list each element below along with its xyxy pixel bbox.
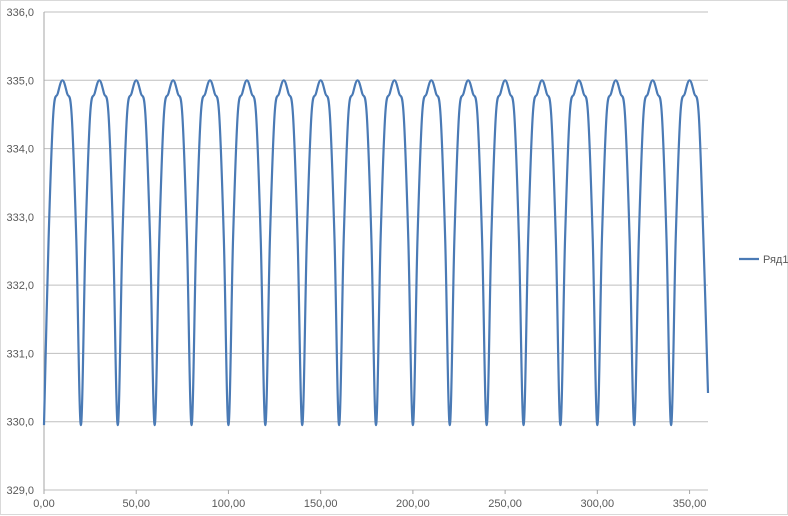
x-tick-label-2: 100,00 [212,498,246,510]
y-tick-label-2: 331,0 [6,348,34,360]
y-tick-label-5: 334,0 [6,144,34,156]
x-tick-label-4: 200,00 [396,498,430,510]
y-tick-label-6: 335,0 [6,75,34,87]
y-tick-label-7: 336,0 [6,7,34,19]
legend: Ряд1 [739,254,788,266]
y-tick-label-0: 329,0 [6,485,34,497]
x-tick-label-7: 350,00 [673,498,707,510]
y-tick-label-4: 333,0 [6,212,34,224]
chart-area: 329,0 330,0 331,0 332,0 333,0 334,0 335,0 336,0… [0,0,788,515]
x-tick-label-6: 300,00 [581,498,615,510]
legend-label-0: Ряд1 [763,254,788,266]
line-chart: 329,0 330,0 331,0 332,0 333,0 334,0 335,0 336,0… [6,7,788,510]
series-line-0 [42,79,710,427]
y-tick-label-3: 332,0 [6,280,34,292]
y-tick-label-1: 330,0 [6,417,34,429]
x-tick-label-5: 250,00 [488,498,522,510]
y-axis-tick-labels: 329,0 330,0 331,0 332,0 333,0 334,0 335,0 336,0 [6,7,34,497]
x-tick-label-3: 150,00 [304,498,338,510]
x-tick-label-1: 50,00 [122,498,150,510]
series-group [42,79,710,427]
x-tick-label-0: 0,00 [33,498,54,510]
x-axis-tick-labels: 0,00 50,00 100,00 150,00 200,00 250,00 300,00 3… [33,490,706,510]
